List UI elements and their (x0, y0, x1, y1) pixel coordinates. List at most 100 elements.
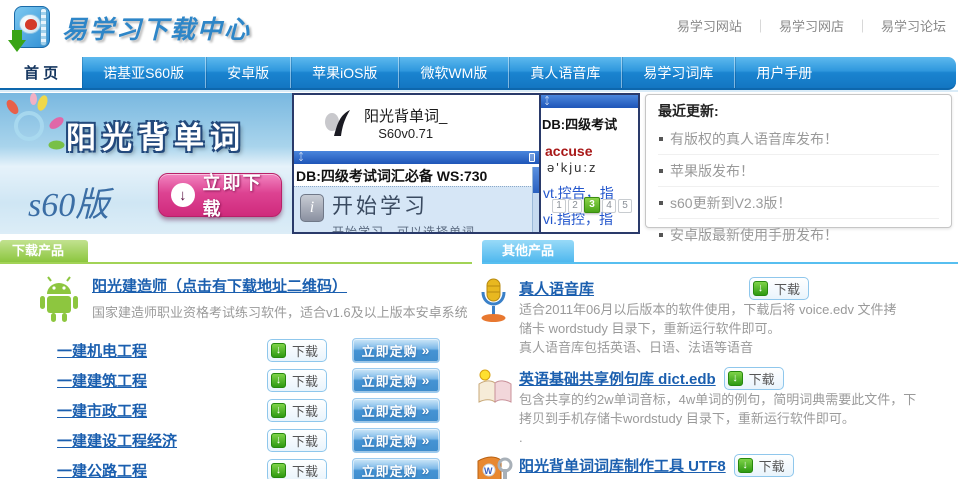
bullet-icon (659, 137, 663, 141)
vocab-word: accuse (545, 143, 638, 159)
recent-update-item[interactable]: 有版权的真人语音库发布！ (658, 123, 939, 155)
item-link[interactable]: 一建机电工程 (57, 340, 267, 361)
status-bar: ᛨ (294, 151, 539, 164)
app-version: S60v0.71 (364, 126, 447, 141)
order-now-button[interactable]: 立即定购» (352, 368, 440, 393)
antenna-icon: ᛨ (298, 153, 304, 163)
product-desc: 国家建造师职业资格考试练习软件，适合v1.6及以上版本安卓系统 (92, 302, 468, 321)
download-arrow-icon: ↓ (738, 458, 753, 473)
download-row: 一建市政工程 ↓下载 立即定购» (0, 395, 472, 425)
download-button[interactable]: ↓下载 (267, 369, 327, 392)
carousel-pagination: 1 2 3 4 5 (552, 197, 634, 213)
downloads-section-tab: 下载产品 (0, 240, 88, 262)
double-arrow-icon: » (422, 372, 431, 388)
site-title: 易学习下载中心 (62, 10, 251, 46)
site-logo[interactable]: 易学习下载中心 (8, 4, 251, 52)
item-link-example-db[interactable]: 英语基础共享例句库 dict.edb (519, 368, 716, 389)
order-now-button[interactable]: 立即定购» (352, 458, 440, 479)
link-store[interactable]: 易学习网店 (779, 19, 844, 34)
book-wrench-icon: W (475, 455, 515, 479)
db-info-line: DB:四级考试 (542, 114, 638, 133)
scrollbar[interactable] (532, 167, 539, 232)
download-button[interactable]: ↓下载 (267, 399, 327, 422)
download-arrow-icon: ↓ (728, 371, 743, 386)
bullet-icon (659, 201, 663, 205)
double-arrow-icon: » (422, 402, 431, 418)
download-arrow-icon: ↓ (271, 373, 286, 388)
book-bulb-icon (475, 368, 515, 406)
download-row: 一建建筑工程 ↓下载 立即定购» (0, 365, 472, 395)
recent-updates-title: 最近更新: (658, 101, 939, 121)
download-button[interactable]: ↓下载 (724, 367, 784, 390)
item-link-dict-tool[interactable]: 阳光背单词词库制作工具 UTF8 (519, 455, 726, 476)
android-icon (36, 275, 82, 323)
item-link-voice-library[interactable]: 真人语音库 (519, 278, 741, 299)
link-website[interactable]: 易学习网站 (677, 19, 742, 34)
item-link[interactable]: 一建市政工程 (57, 400, 267, 421)
phone-screenshot-1: 阳光背单词_ S60v0.71 ᛨ DB:四级考试词汇必备 WS:730 i 开… (292, 93, 540, 234)
nav-ios[interactable]: 苹果iOS版 (291, 57, 399, 88)
others-column: 真人语音库 ↓下载 适合2011年06月以后版本的软件使用，下载后将 voice… (472, 264, 958, 479)
page-dot-2[interactable]: 2 (568, 199, 582, 213)
download-arrow-icon: ↓ (171, 183, 195, 207)
nav-nokia-s60[interactable]: 诺基亚S60版 (82, 57, 206, 88)
item-desc-line: 真人语音库包括英语、日语、法语等语音 (519, 338, 958, 357)
link-forum[interactable]: 易学习论坛 (881, 19, 946, 34)
download-button[interactable]: ↓下载 (749, 277, 809, 300)
recent-update-item[interactable]: 苹果版发布！ (658, 155, 939, 187)
product-link-builder[interactable]: 阳光建造师（点击有下载地址二维码） (92, 278, 347, 295)
nav-dictionary[interactable]: 易学习词库 (622, 57, 735, 88)
vocab-phonetic: ə'kju:z (547, 160, 638, 175)
other-product-voice-library: 真人语音库 ↓下载 适合2011年06月以后版本的软件使用，下载后将 voice… (475, 276, 958, 357)
nav-manual[interactable]: 用户手册 (735, 57, 833, 88)
download-button[interactable]: ↓下载 (267, 339, 327, 362)
download-row: 一建公路工程 ↓下载 立即定购» (0, 455, 472, 479)
order-now-button[interactable]: 立即定购» (352, 338, 440, 363)
banner-download-button[interactable]: ↓ 立即下载 (158, 173, 282, 217)
flower-petal-icon (49, 141, 65, 150)
banner-slide[interactable]: 阳光背单词 s60版 ↓ 立即下载 (0, 93, 292, 234)
battery-icon (529, 153, 535, 162)
nav-home[interactable]: 首 页 (0, 57, 82, 88)
download-arrow-icon: ↓ (271, 463, 286, 478)
link-divider: ｜ (754, 19, 767, 34)
item-desc-line: 拷贝到手机存储卡wordstudy 目录下，重新运行软件即可。 (519, 409, 958, 428)
microphone-icon (475, 278, 511, 324)
other-product-dict-tool: W 阳光背单词词库制作工具 UTF8 ↓下载 (475, 453, 958, 479)
nav-android[interactable]: 安卓版 (206, 57, 291, 88)
page-dot-4[interactable]: 4 (602, 199, 616, 213)
info-icon: i (300, 194, 324, 222)
recent-updates-panel: 最近更新: 有版权的真人语音库发布！ 苹果版发布！ s60更新到V2.3版！ 安… (645, 94, 952, 228)
antenna-icon: ᛨ (544, 97, 550, 107)
download-arrow-icon: ↓ (271, 343, 286, 358)
download-row: 一建机电工程 ↓下载 立即定购» (0, 335, 472, 365)
item-link[interactable]: 一建公路工程 (57, 460, 267, 479)
flower-petal-icon (4, 98, 21, 116)
page-dot-5[interactable]: 5 (618, 199, 632, 213)
download-button[interactable]: ↓下载 (267, 459, 327, 479)
nav-bottom-strip (0, 90, 958, 92)
order-now-button[interactable]: 立即定购» (352, 428, 440, 453)
nav-wm[interactable]: 微软WM版 (399, 57, 509, 88)
recent-update-item[interactable]: s60更新到V2.3版！ (658, 187, 939, 219)
download-button[interactable]: ↓下载 (734, 454, 794, 477)
download-button[interactable]: ↓下载 (267, 429, 327, 452)
double-arrow-icon: » (422, 432, 431, 448)
promo-carousel: 阳光背单词 s60版 ↓ 立即下载 阳光背单词_ S60v0.71 ᛨ DB:四… (0, 93, 958, 234)
page-dot-3-active[interactable]: 3 (584, 197, 600, 213)
order-now-button[interactable]: 立即定购» (352, 398, 440, 423)
flower-petal-icon (36, 94, 50, 112)
bullet-icon (659, 233, 663, 237)
app-logo-icon (320, 106, 354, 140)
item-desc-line: 储卡 wordstudy 目录下，重新运行软件即可。 (519, 319, 958, 338)
banner-edition: s60版 (28, 177, 109, 226)
item-link[interactable]: 一建建筑工程 (57, 370, 267, 391)
db-info-line: DB:四级考试词汇必备 WS:730 (294, 164, 539, 186)
page-dot-1[interactable]: 1 (552, 199, 566, 213)
item-link[interactable]: 一建建设工程经济 (57, 430, 267, 451)
nav-voice-library[interactable]: 真人语音库 (509, 57, 622, 88)
recent-update-item[interactable]: 安卓版最新使用手册发布！ (658, 219, 939, 250)
download-arrow-icon: ↓ (271, 403, 286, 418)
double-arrow-icon: » (422, 462, 431, 478)
link-divider: ｜ (856, 19, 869, 34)
